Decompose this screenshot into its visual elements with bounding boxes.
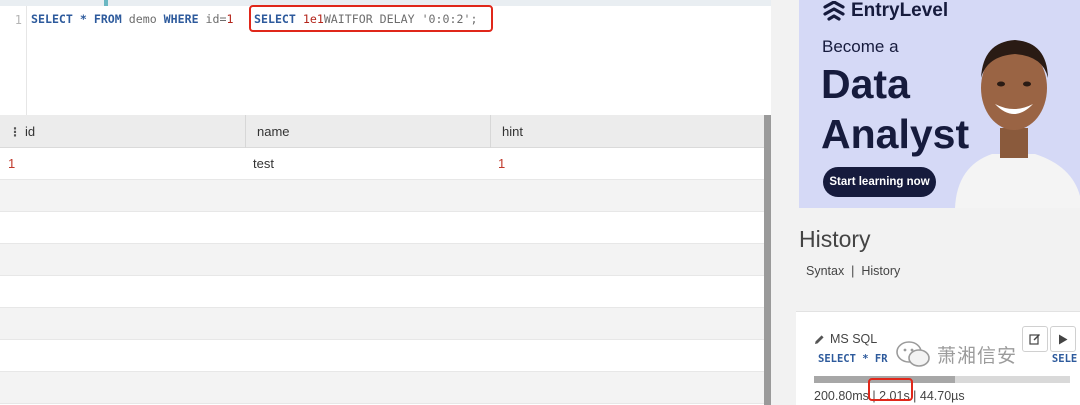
ad-headline-large-1: Data [821, 61, 910, 107]
ad-headline-small: Become a [822, 37, 899, 56]
line-gutter: 1 [0, 6, 27, 115]
line-number: 1 [14, 13, 22, 27]
watermark-text: 萧湘信安 [937, 344, 1018, 367]
empty-row [0, 372, 764, 404]
edit-icon [1029, 334, 1040, 345]
run-button[interactable] [1050, 326, 1076, 352]
entrylevel-logo-icon [823, 1, 845, 21]
ad-person-photo [955, 40, 1080, 208]
card-db-label: MS SQL [814, 332, 877, 346]
column-header-id[interactable]: id [25, 124, 35, 139]
drag-handle-icon[interactable]: ⋮ [9, 125, 21, 139]
query-workspace: 1 SELECT * FROM demo WHERE id=1 SELECT 1… [0, 0, 771, 405]
table-row[interactable]: 1 test 1 [0, 148, 764, 180]
history-heading: History [799, 226, 871, 252]
grid-header: ⋮ id name hint [0, 115, 764, 148]
ad-cta-button[interactable]: Start learning now [823, 167, 936, 197]
link-separator: | [851, 264, 855, 278]
vertical-scrollbar[interactable] [764, 115, 771, 405]
stat-third: 44.70µs [919, 389, 965, 403]
watermark: 萧湘信安 [895, 339, 1017, 369]
empty-row [0, 244, 764, 276]
card-db-name: MS SQL [830, 332, 878, 346]
history-nav: Syntax | History [806, 264, 900, 278]
sql-table: demo [128, 12, 157, 26]
empty-row [0, 340, 764, 372]
empty-row [0, 180, 764, 212]
column-header-hint[interactable]: hint [502, 124, 523, 139]
sql-condition: id= [205, 12, 227, 26]
cell-hint: 1 [498, 156, 506, 171]
highlight-box-duration [868, 378, 913, 401]
pencil-icon [815, 334, 824, 344]
sql-number: 1 [226, 12, 234, 26]
ad-brand-name: EntryLevel [851, 0, 949, 21]
sql-keyword: WHERE [163, 12, 199, 26]
link-syntax[interactable]: Syntax [806, 264, 844, 278]
card-query-prefix: SELECT * FR [818, 353, 888, 365]
play-icon [1059, 334, 1068, 344]
sql-editor[interactable]: 1 SELECT * FROM demo WHERE id=1 SELECT 1… [0, 0, 771, 115]
stat-first: 200.80ms [814, 389, 869, 403]
sql-keyword: SELECT [31, 12, 73, 26]
ad-banner[interactable]: EntryLevel Become a Data Analyst Start l… [799, 0, 1080, 208]
cell-id: 1 [8, 156, 16, 171]
edit-button[interactable] [1022, 326, 1048, 352]
column-divider[interactable] [245, 115, 246, 148]
highlight-box-payload [249, 5, 493, 32]
query-line-original[interactable]: SELECT * FROM demo WHERE id=1 [31, 12, 233, 26]
cell-name: test [253, 156, 274, 171]
app-root: 1 SELECT * FROM demo WHERE id=1 SELECT 1… [0, 0, 1080, 405]
wechat-icon [896, 341, 930, 367]
empty-row [0, 276, 764, 308]
results-grid: ⋮ id name hint 1 test 1 [0, 115, 764, 405]
editor-resize-handle[interactable] [104, 0, 108, 6]
empty-row [0, 212, 764, 244]
empty-row [0, 308, 764, 340]
ad-logo: EntryLevel [823, 0, 948, 22]
link-history[interactable]: History [861, 264, 900, 278]
column-header-name[interactable]: name [257, 124, 290, 139]
sql-star: * [79, 12, 87, 26]
card-query-suffix: SELE [1051, 353, 1078, 365]
sql-keyword: FROM [93, 12, 122, 26]
column-divider[interactable] [490, 115, 491, 148]
